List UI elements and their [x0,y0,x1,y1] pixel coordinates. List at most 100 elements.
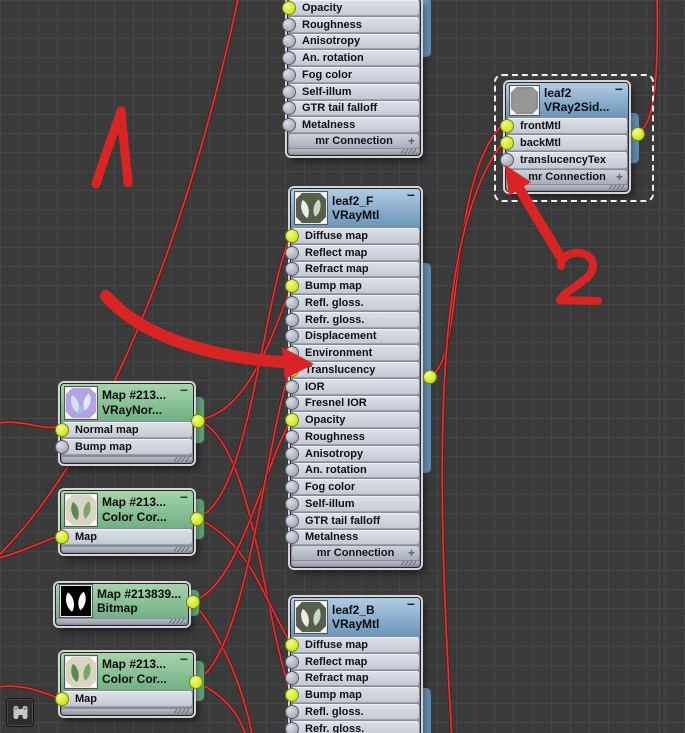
slot-label: IOR [305,380,325,393]
input-socket[interactable] [281,118,296,133]
output-socket[interactable] [191,414,205,428]
input-socket[interactable] [281,34,296,49]
input-socket[interactable] [281,17,296,32]
input-socket[interactable] [284,463,299,478]
slot-label: Refract map [305,263,369,276]
wire-core-left-to-normalmap [0,421,57,429]
wire-crossing-top-to-left [0,0,240,557]
input-socket[interactable] [54,691,69,706]
input-socket[interactable] [54,422,69,437]
output-socket[interactable] [189,675,203,689]
node-header[interactable]: Map #213... Color Cor... − [61,652,193,690]
node-graph-canvas[interactable]: Opacity Roughness Anisotropy An. rotation Fo… [0,0,685,733]
input-socket[interactable] [284,262,299,277]
input-socket[interactable] [284,279,299,294]
input-socket[interactable] [284,446,299,461]
collapse-button[interactable]: − [407,188,415,202]
input-socket[interactable] [284,480,299,495]
node-header[interactable]: Map #213839... Bitmap [56,584,188,618]
slot-label: GTR tail falloff [305,514,381,527]
mr-connection-footer[interactable]: mr Connection + [289,134,419,148]
resize-grip[interactable] [174,456,190,462]
input-socket[interactable] [281,101,296,116]
input-socket[interactable] [284,379,299,394]
node-color-correction-1[interactable]: Map #213... Color Cor... − Map [54,490,205,554]
input-socket[interactable] [284,429,299,444]
slot-refl-gloss-: Refl. gloss. [284,295,419,311]
input-socket[interactable] [284,362,299,377]
mr-connection-footer[interactable]: mr Connection + [292,546,419,561]
resize-grip-strip [57,619,187,624]
slot-label: Diffuse map [305,229,368,242]
node-leaf2_F[interactable]: leaf2_F VRayMtl − Diffuse map Reflect map Ref… [284,188,437,569]
node-color-correction-2[interactable]: Map #213... Color Cor... − Map [54,652,205,716]
node-header[interactable]: Map #213... Color Cor... − [61,490,193,528]
collapse-button[interactable]: − [407,597,415,611]
input-socket[interactable] [284,637,299,652]
node-bitmap[interactable]: Map #213839... Bitmap [55,583,200,626]
output-socket[interactable] [190,512,204,526]
expand-plus-icon[interactable]: + [408,134,415,148]
collapse-button[interactable]: − [180,652,188,666]
input-socket[interactable] [284,312,299,327]
material-thumbnail[interactable] [65,493,97,526]
node-header[interactable]: leaf2_B VRayMtl − [291,597,420,636]
slot-metalness: Metalness [281,117,419,133]
slot-label: Bump map [305,689,362,702]
output-socket[interactable] [186,595,200,609]
input-socket[interactable] [54,529,69,544]
output-socket[interactable] [631,127,645,141]
input-socket[interactable] [281,51,296,66]
slot-gtr-tail-falloff: GTR tail falloff [281,100,419,117]
node-vraynormalmap[interactable]: Map #213... VRayNor... − Normal map Bump map [54,383,205,464]
input-socket[interactable] [284,228,299,243]
material-thumbnail[interactable] [65,386,97,419]
resize-grip[interactable] [174,708,190,714]
material-thumbnail[interactable] [295,601,327,633]
node-leaf2_B[interactable]: leaf2_B VRayMtl − Diffuse map Reflect map Ref… [284,597,432,733]
input-socket[interactable] [284,671,299,686]
input-socket[interactable] [284,396,299,411]
input-socket[interactable] [54,439,69,454]
slot-bump-map: Bump map [284,278,419,294]
input-socket[interactable] [281,67,296,82]
collapse-button[interactable]: − [180,383,188,397]
input-socket[interactable] [284,245,299,260]
resize-grip[interactable] [401,149,417,154]
input-socket[interactable] [284,346,299,361]
node-leaf2-2sided[interactable]: leaf2 VRay2Sid... − frontMtl backMtl transluc… [494,74,654,202]
input-socket[interactable] [284,513,299,528]
node-header[interactable]: Map #213... VRayNor... − [61,383,193,421]
input-socket[interactable] [284,329,299,344]
resize-grip[interactable] [169,619,185,624]
slot-label: Self-illum [305,497,355,510]
input-socket[interactable] [284,721,299,733]
input-socket[interactable] [284,496,299,511]
input-socket[interactable] [284,413,299,428]
output-socket[interactable] [423,370,437,384]
input-socket[interactable] [284,530,299,545]
resize-grip[interactable] [401,561,417,567]
input-socket[interactable] [281,0,296,15]
node-header[interactable]: leaf2_F VRayMtl − [291,188,420,227]
slot-refr-gloss-: Refr. gloss. [284,720,419,733]
expand-plus-icon[interactable]: + [408,546,415,560]
material-thumbnail[interactable] [65,655,97,688]
input-socket[interactable] [284,704,299,719]
material-thumbnail[interactable] [295,192,327,224]
wire-left-to-cc2-map [0,684,59,700]
pan-zoom-button[interactable] [6,698,34,727]
slot-reflect-map: Reflect map [284,653,419,670]
resize-grip[interactable] [174,546,190,552]
input-socket[interactable] [281,84,296,99]
wire-core-vraynor-to-f-bump [196,287,292,421]
collapse-button[interactable]: − [180,490,188,504]
annotation-arrow-1-body [100,290,288,368]
input-socket[interactable] [284,295,299,310]
material-thumbnail[interactable] [60,585,92,617]
input-socket[interactable] [284,688,299,703]
slot-diffuse-map: Diffuse map [284,228,419,244]
node-vraymtl-top-partial[interactable]: Opacity Roughness Anisotropy An. rotation Fo… [281,0,432,156]
slot-anisotropy: Anisotropy [281,33,419,50]
input-socket[interactable] [284,654,299,669]
